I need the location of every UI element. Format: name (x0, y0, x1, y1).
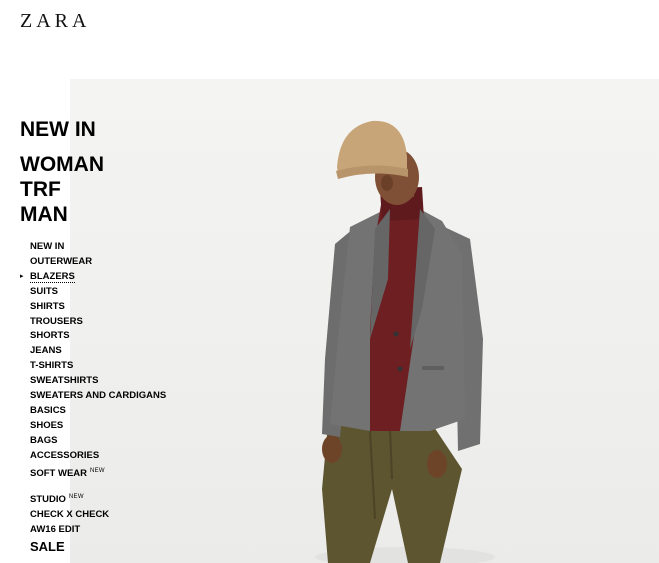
active-arrow-icon: ▸ (20, 272, 24, 280)
zara-logo[interactable]: ZARA (20, 10, 90, 33)
subnav-item-shoes[interactable]: SHOES (30, 419, 230, 434)
man-subnavigation: NEW IN OUTERWEAR ▸ BLAZERS SUITS SHIRTS … (20, 240, 230, 538)
nav-man[interactable]: MAN (20, 202, 170, 227)
subnav-item-aw16-edit[interactable]: AW16 EDIT (30, 523, 230, 538)
subnav-item-studio[interactable]: STUDIO NEW (30, 490, 230, 508)
subnav-item-soft-wear[interactable]: SOFT WEAR NEW (30, 464, 230, 482)
nav-new-in[interactable]: NEW IN (20, 117, 170, 142)
new-badge: NEW (68, 493, 84, 500)
nav-woman[interactable]: WOMAN (20, 152, 170, 177)
subnav-item-check-x-check[interactable]: CHECK X CHECK (30, 508, 230, 523)
nav-trf[interactable]: TRF (20, 177, 170, 202)
subnav-spacer (30, 482, 230, 490)
subnav-item-basics[interactable]: BASICS (30, 404, 230, 419)
new-badge: NEW (90, 467, 105, 474)
main-navigation: NEW IN WOMAN TRF MAN (20, 117, 170, 227)
subnav-item-bags[interactable]: BAGS (30, 434, 230, 449)
subnav-item-new-in[interactable]: NEW IN (30, 240, 230, 255)
subnav-item-blazers[interactable]: ▸ BLAZERS (20, 270, 230, 285)
subnav-item-shorts[interactable]: SHORTS (30, 329, 230, 344)
subnav-item-trousers[interactable]: TROUSERS (30, 315, 230, 330)
subnav-item-suits[interactable]: SUITS (30, 285, 230, 300)
subnav-item-sweaters-and-cardigans[interactable]: SWEATERS AND CARDIGANS (30, 389, 230, 404)
subnav-item-outerwear[interactable]: OUTERWEAR (30, 255, 230, 270)
subnav-item-shirts[interactable]: SHIRTS (30, 300, 230, 315)
subnav-item-accessories[interactable]: ACCESSORIES (30, 449, 230, 464)
nav-sale[interactable]: SALE (30, 539, 65, 554)
subnav-item-jeans[interactable]: JEANS (30, 344, 230, 359)
page: ZARA NEW IN WOMAN TRF MAN NEW IN OUTERWE… (0, 0, 659, 563)
subnav-item-t-shirts[interactable]: T-SHIRTS (30, 359, 230, 374)
subnav-item-sweatshirts[interactable]: SWEATSHIRTS (30, 374, 230, 389)
